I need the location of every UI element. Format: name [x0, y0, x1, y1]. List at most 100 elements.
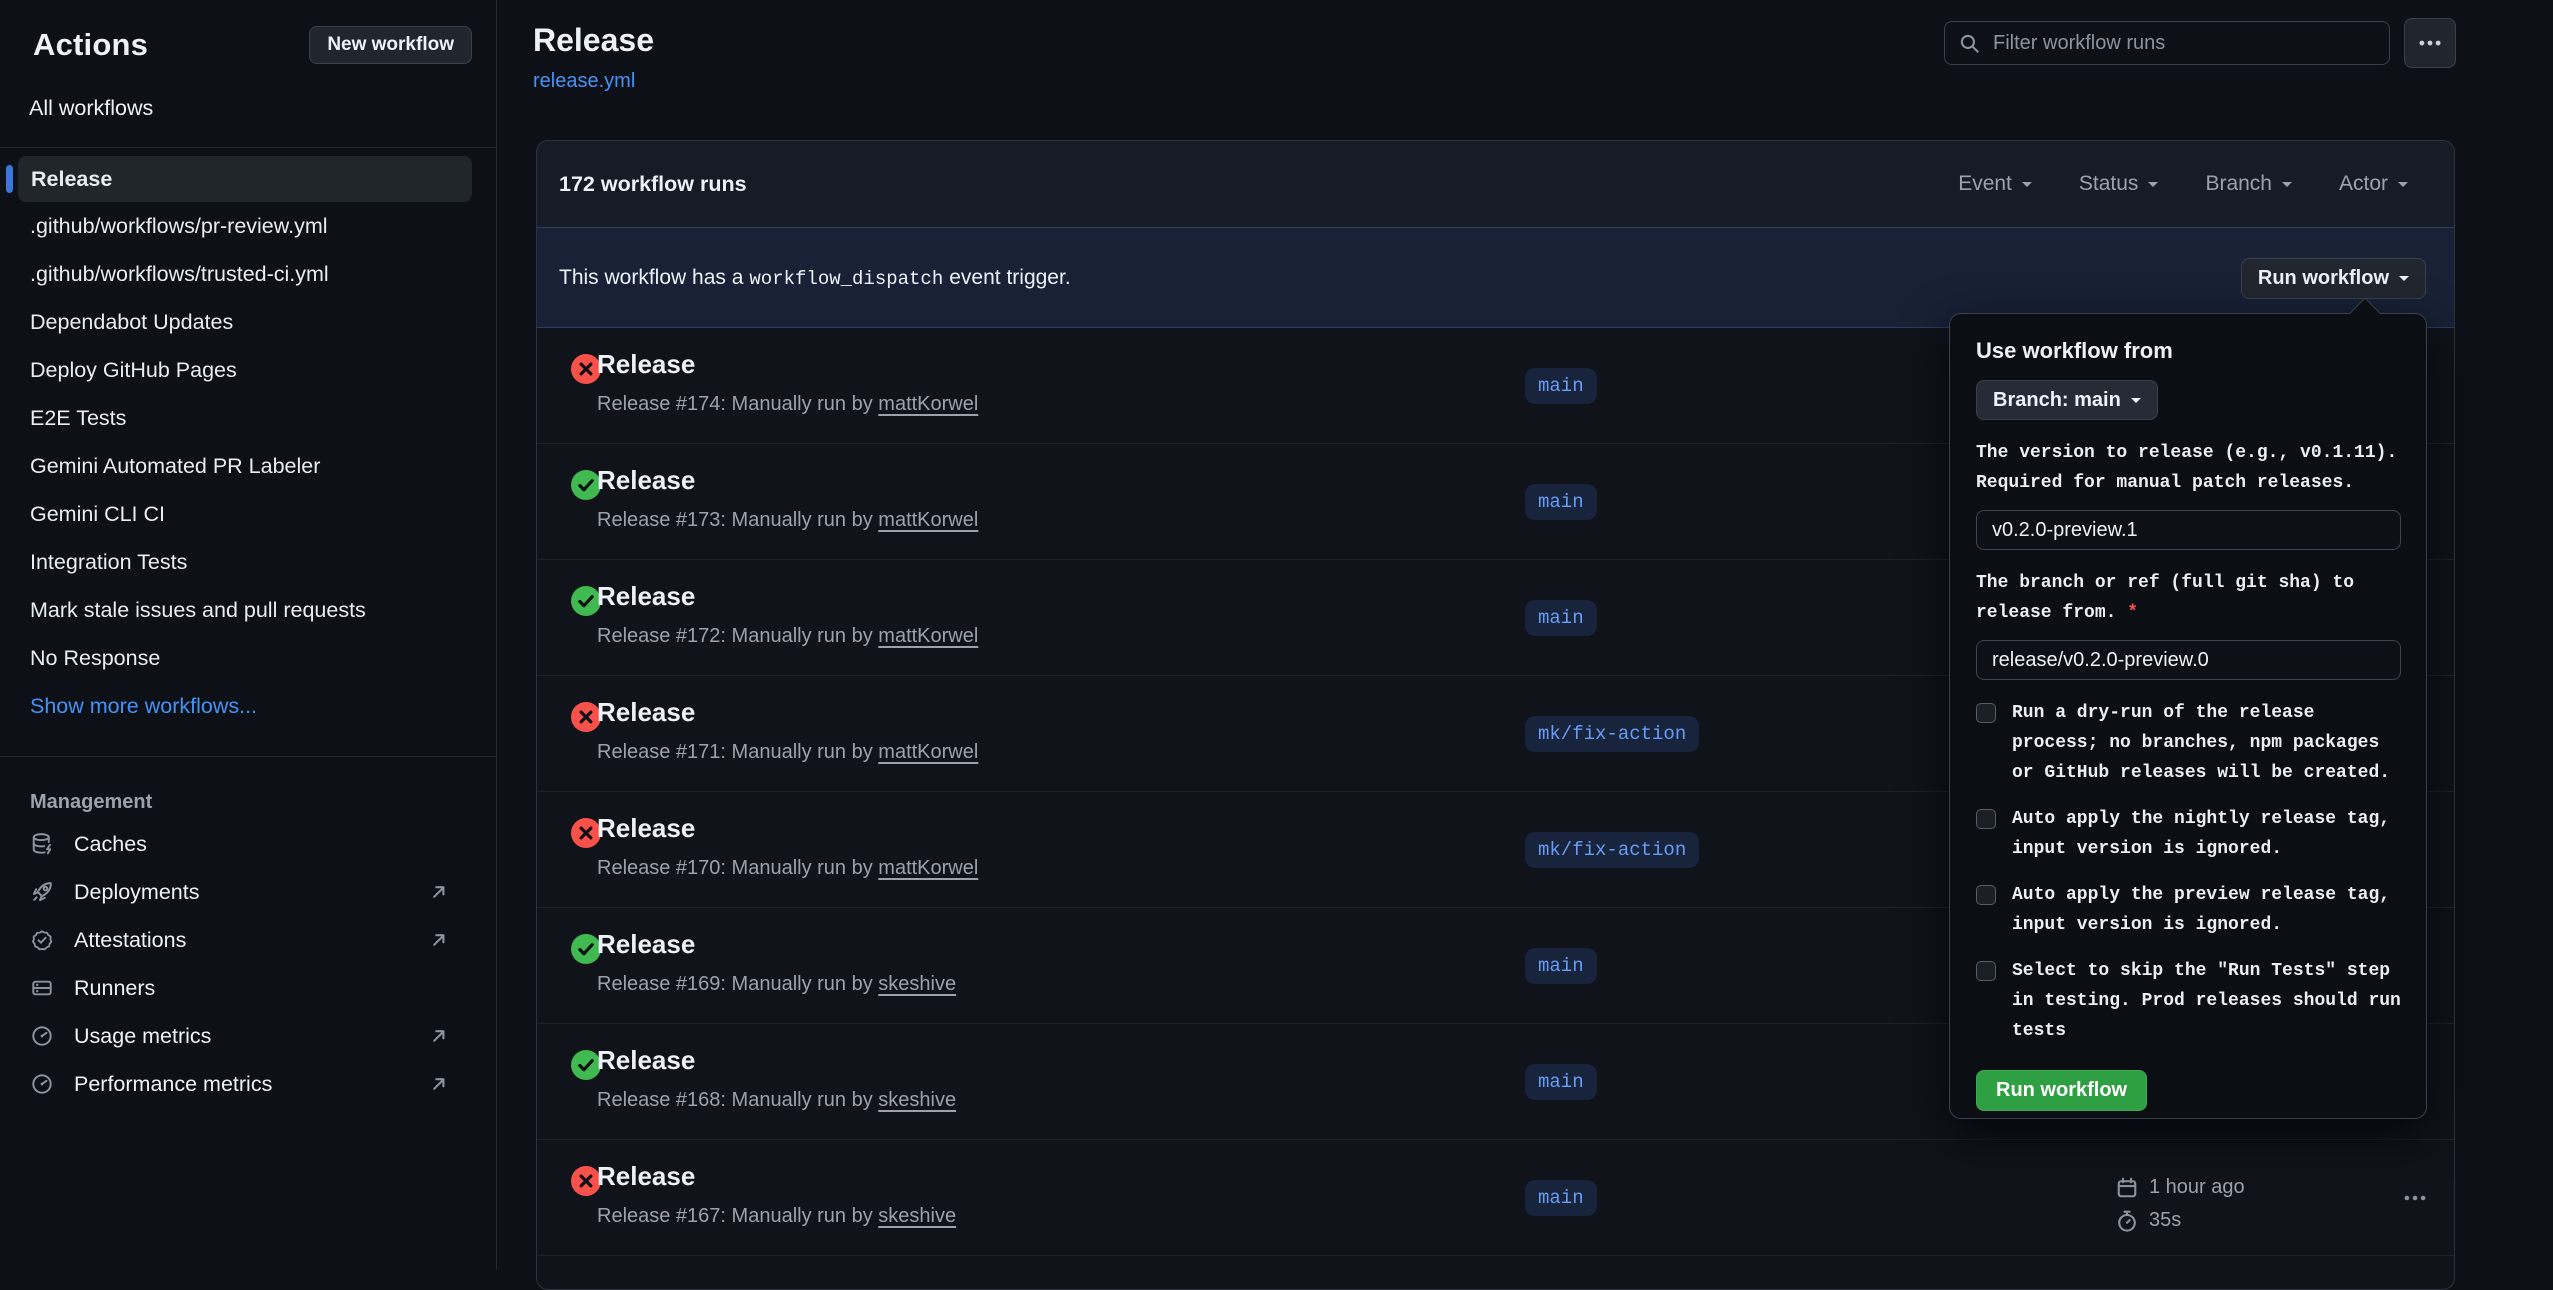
version-input[interactable] — [1976, 510, 2401, 550]
branch-badge[interactable]: main — [1525, 948, 1597, 984]
actor-link[interactable]: skeshive — [878, 1089, 956, 1111]
run-workflow-submit-button[interactable]: Run workflow — [1976, 1070, 2147, 1111]
run-title-link[interactable]: Release — [597, 1045, 695, 1076]
filter-event[interactable]: Event — [1958, 172, 2032, 196]
sidebar-item-release[interactable]: Release — [18, 156, 472, 202]
filter-actor[interactable]: Actor — [2339, 172, 2408, 196]
sidebar-item-mark-stale-issues-and-pull-requests[interactable]: Mark stale issues and pull requests — [0, 586, 496, 634]
sidebar-item-show-more-workflows-[interactable]: Show more workflows... — [0, 682, 496, 730]
page-title: Release — [533, 22, 654, 59]
sidebar-item-label: Deployments — [74, 880, 199, 905]
branch-badge[interactable]: mk/fix-action — [1525, 832, 1699, 868]
run-title-link[interactable]: Release — [597, 929, 695, 960]
sidebar-item-attestations[interactable]: Attestations — [0, 916, 496, 964]
chevron-down-icon — [2399, 276, 2409, 281]
actor-link[interactable]: mattKorwel — [878, 509, 978, 531]
branch-badge[interactable]: main — [1525, 368, 1597, 404]
filter-workflow-runs-input[interactable] — [1944, 21, 2390, 65]
sidebar-item-runners[interactable]: Runners — [0, 964, 496, 1012]
run-description: Release #167: Manually run by skeshive — [597, 1205, 956, 1228]
management-heading: Management — [30, 791, 496, 814]
branch-selector-button[interactable]: Branch: main — [1976, 380, 2158, 420]
sidebar-item-dependabot-updates[interactable]: Dependabot Updates — [0, 298, 496, 346]
chevron-down-icon — [2131, 398, 2141, 403]
sidebar-item-label: Mark stale issues and pull requests — [30, 598, 366, 623]
checkbox-label[interactable]: Auto apply the preview release tag, inpu… — [2012, 880, 2416, 940]
sidebar-item-label: .github/workflows/trusted-ci.yml — [30, 262, 329, 287]
filter-status[interactable]: Status — [2079, 172, 2159, 196]
branch-badge[interactable]: main — [1525, 600, 1597, 636]
workflow-options-button[interactable] — [2404, 18, 2456, 68]
sidebar-divider — [0, 756, 496, 757]
branch-badge[interactable]: mk/fix-action — [1525, 716, 1699, 752]
sidebar-item-label: Show more workflows... — [30, 694, 257, 719]
sidebar-item-label: Gemini Automated PR Labeler — [30, 454, 320, 479]
sidebar-item-gemini-cli-ci[interactable]: Gemini CLI CI — [0, 490, 496, 538]
branch-badge[interactable]: main — [1525, 1064, 1597, 1100]
actor-link[interactable]: mattKorwel — [878, 741, 978, 763]
run-options-button[interactable] — [2385, 1182, 2445, 1214]
run-workflow-dropdown-button[interactable]: Run workflow — [2241, 258, 2426, 299]
actor-link[interactable]: skeshive — [878, 1205, 956, 1227]
run-title-link[interactable]: Release — [597, 697, 695, 728]
actor-link[interactable]: mattKorwel — [878, 857, 978, 879]
sidebar-item-deploy-github-pages[interactable]: Deploy GitHub Pages — [0, 346, 496, 394]
sidebar-item--github-workflows-trusted-ci-yml[interactable]: .github/workflows/trusted-ci.yml — [0, 250, 496, 298]
calendar-icon — [2115, 1176, 2139, 1200]
actor-link[interactable]: skeshive — [878, 973, 956, 995]
sidebar-item-label: Attestations — [74, 928, 186, 953]
run-title-link[interactable]: Release — [597, 581, 695, 612]
checkbox-label[interactable]: Run a dry-run of the release process; no… — [2012, 698, 2416, 788]
sidebar-item-integration-tests[interactable]: Integration Tests — [0, 538, 496, 586]
workflow-run-row[interactable]: Release Release #167: Manually run by ske… — [537, 1140, 2454, 1256]
actions-sidebar: Actions New workflow All workflows Relea… — [0, 0, 497, 1270]
sidebar-item-label: Integration Tests — [30, 550, 187, 575]
sidebar-item-performance-metrics[interactable]: Performance metrics — [0, 1060, 496, 1108]
sidebar-item-gemini-automated-pr-labeler[interactable]: Gemini Automated PR Labeler — [0, 442, 496, 490]
run-title-link[interactable]: Release — [597, 1161, 695, 1192]
sidebar-item-label: Caches — [74, 832, 147, 857]
chevron-down-icon — [2022, 182, 2032, 187]
sidebar-item-all-workflows[interactable]: All workflows — [29, 96, 153, 121]
panel-checkbox-row: Auto apply the nightly release tag, inpu… — [1976, 804, 2416, 864]
chevron-down-icon — [2398, 182, 2408, 187]
panel-checkbox[interactable] — [1976, 961, 1996, 981]
sidebar-item-deployments[interactable]: Deployments — [0, 868, 496, 916]
panel-checkbox-group: Run a dry-run of the release process; no… — [1976, 698, 2416, 1046]
filter-label: Branch — [2205, 172, 2272, 196]
workflow-file-link[interactable]: release.yml — [533, 70, 635, 93]
management-list: Caches Deployments Attestations RunnersUsag… — [0, 820, 496, 1108]
filter-branch[interactable]: Branch — [2205, 172, 2292, 196]
sidebar-item-caches[interactable]: Caches — [0, 820, 496, 868]
workflow-dispatch-code: workflow_dispatch — [749, 268, 943, 290]
branch-badge[interactable]: main — [1525, 1180, 1597, 1216]
panel-checkbox[interactable] — [1976, 809, 1996, 829]
run-title-link[interactable]: Release — [597, 465, 695, 496]
sidebar-item-label: Performance metrics — [74, 1072, 272, 1097]
sidebar-item-label: Release — [31, 167, 112, 192]
branch-badge[interactable]: main — [1525, 484, 1597, 520]
sidebar-item--github-workflows-pr-review-yml[interactable]: .github/workflows/pr-review.yml — [0, 202, 496, 250]
run-description: Release #173: Manually run by mattKorwel — [597, 509, 978, 532]
kebab-horizontal-icon — [2417, 30, 2443, 56]
run-title-link[interactable]: Release — [597, 349, 695, 380]
sidebar-item-label: Dependabot Updates — [30, 310, 233, 335]
run-title-link[interactable]: Release — [597, 813, 695, 844]
actor-link[interactable]: mattKorwel — [878, 625, 978, 647]
ref-input[interactable] — [1976, 640, 2401, 680]
actor-link[interactable]: mattKorwel — [878, 393, 978, 415]
run-workflow-panel: Use workflow from Branch: main The versi… — [1949, 313, 2427, 1119]
sidebar-item-e2e-tests[interactable]: E2E Tests — [0, 394, 496, 442]
panel-checkbox[interactable] — [1976, 703, 1996, 723]
run-description: Release #174: Manually run by mattKorwel — [597, 393, 978, 416]
workflow-list: Release .github/workflows/pr-review.yml .g… — [0, 148, 496, 730]
panel-checkbox[interactable] — [1976, 885, 1996, 905]
checkbox-label[interactable]: Select to skip the "Run Tests" step in t… — [2012, 956, 2416, 1046]
checkbox-label[interactable]: Auto apply the nightly release tag, inpu… — [2012, 804, 2416, 864]
sidebar-item-no-response[interactable]: No Response — [0, 634, 496, 682]
version-field-description: The version to release (e.g., v0.1.11). … — [1976, 438, 2416, 498]
run-description: Release #169: Manually run by skeshive — [597, 973, 956, 996]
new-workflow-button[interactable]: New workflow — [309, 26, 472, 64]
chevron-down-icon — [2282, 182, 2292, 187]
sidebar-item-usage-metrics[interactable]: Usage metrics — [0, 1012, 496, 1060]
